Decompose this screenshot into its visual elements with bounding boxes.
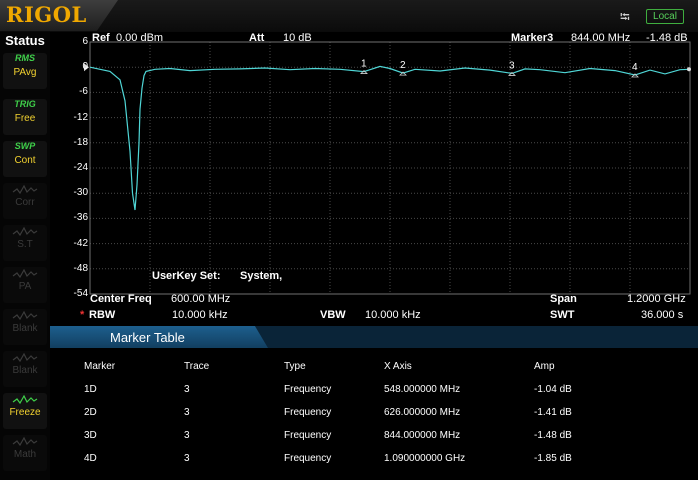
table-cell-marker: 1D — [84, 384, 97, 395]
rbw-manual-star: * — [80, 309, 85, 321]
column-header-type: Type — [284, 361, 306, 372]
table-cell-x-axis: 626.000000 MHz — [384, 407, 461, 418]
marker-label: Marker3 — [511, 32, 554, 44]
ref-value: 0.00 dBm — [116, 32, 164, 44]
table-cell-amp: -1.48 dB — [534, 430, 572, 441]
userkey-value: System, — [240, 270, 283, 282]
trace-end-dot — [687, 67, 691, 72]
column-header-marker: Marker — [84, 361, 116, 372]
ref-label: Ref — [92, 32, 110, 44]
y-tick-label: -42 — [73, 237, 88, 249]
userkey-label: UserKey Set: — [152, 270, 221, 282]
span-label: Span — [550, 293, 577, 305]
marker-table-title: Marker Table — [110, 330, 185, 345]
marker-label-2: 2 — [400, 60, 406, 71]
swt-label: SWT — [550, 309, 575, 321]
y-tick-label: -18 — [73, 136, 88, 148]
center-freq-label: Center Freq — [90, 293, 152, 305]
table-cell-type: Frequency — [284, 453, 332, 464]
column-header-trace: Trace — [184, 361, 210, 372]
y-tick-label: -36 — [73, 212, 88, 224]
table-cell-trace: 3 — [184, 453, 190, 464]
table-cell-x-axis: 1.090000000 GHz — [384, 453, 466, 464]
y-tick-label: 6 — [82, 36, 88, 47]
column-header-amp: Amp — [534, 361, 555, 372]
marker-label-4: 4 — [632, 62, 638, 73]
y-tick-label: -24 — [73, 162, 88, 173]
marker-label-1: 1 — [361, 59, 367, 70]
table-cell-type: Frequency — [284, 407, 332, 418]
att-value: 10 dB — [283, 32, 312, 44]
marker-table — [50, 348, 698, 480]
y-tick-label: -48 — [73, 262, 88, 274]
table-cell-trace: 3 — [184, 384, 190, 395]
table-cell-amp: -1.85 dB — [534, 453, 572, 464]
table-cell-marker: 3D — [84, 430, 97, 441]
table-cell-type: Frequency — [284, 384, 332, 395]
rbw-label: RBW — [89, 309, 116, 321]
table-cell-type: Frequency — [284, 430, 332, 441]
y-tick-label: -6 — [79, 86, 88, 98]
marker-amplitude: -1.48 dB — [646, 32, 688, 44]
y-tick-label: -12 — [73, 111, 88, 123]
vbw-value: 10.000 kHz — [365, 309, 421, 321]
table-cell-marker: 4D — [84, 453, 97, 464]
center-freq-value: 600.00 MHz — [171, 293, 231, 305]
table-cell-marker: 2D — [84, 407, 97, 418]
span-value: 1.2000 GHz — [627, 293, 686, 305]
table-cell-amp: -1.41 dB — [534, 407, 572, 418]
vbw-label: VBW — [320, 309, 346, 321]
y-tick-label: -30 — [73, 187, 88, 199]
column-header-x-axis: X Axis — [384, 361, 412, 372]
y-tick-label: -54 — [73, 288, 88, 299]
swt-value: 36.000 s — [641, 309, 684, 321]
y-tick-label: 0 — [82, 61, 88, 73]
marker-label-3: 3 — [509, 60, 515, 71]
table-cell-x-axis: 844.000000 MHz — [384, 430, 461, 441]
rbw-value: 10.000 kHz — [172, 309, 228, 321]
table-cell-trace: 3 — [184, 407, 190, 418]
att-label: Att — [249, 32, 265, 44]
marker-frequency: 844.00 MHz — [571, 32, 631, 44]
table-cell-trace: 3 — [184, 430, 190, 441]
table-cell-amp: -1.04 dB — [534, 384, 572, 395]
table-cell-x-axis: 548.000000 MHz — [384, 384, 461, 395]
